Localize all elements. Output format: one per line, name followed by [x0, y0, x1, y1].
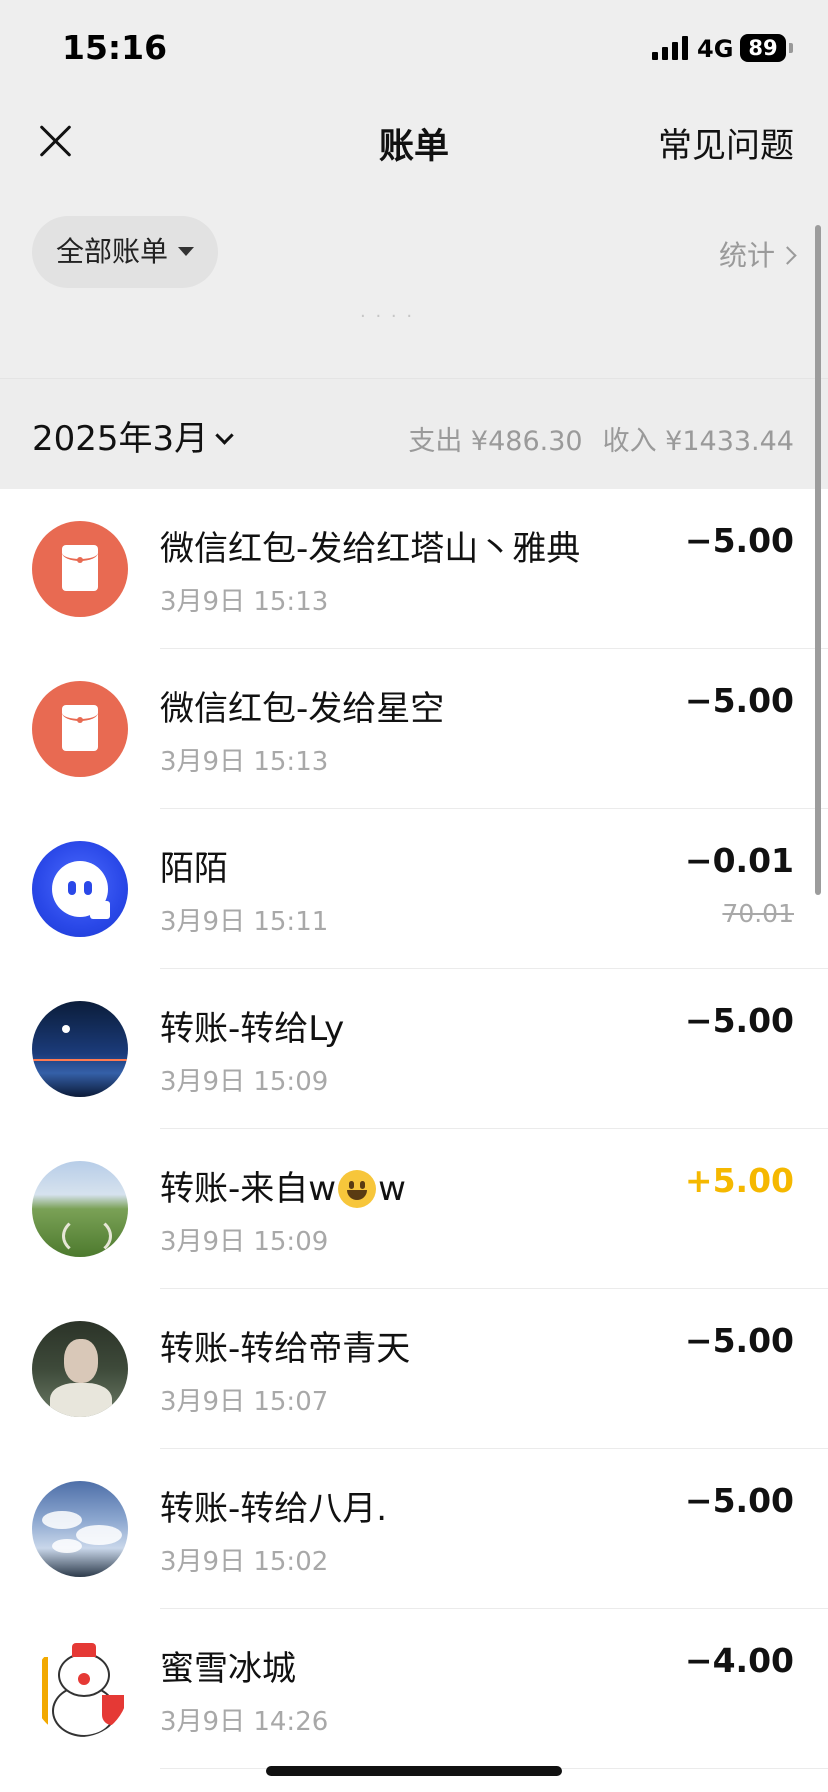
red-packet-icon: [32, 521, 128, 617]
transaction-time: 3月9日 15:09: [160, 1227, 329, 1257]
transaction-row[interactable]: 微信红包-发给星空 3月9日 15:13 −5.00: [0, 649, 828, 809]
momo-logo-icon: [32, 841, 128, 937]
month-label: 2025年3月: [32, 419, 209, 459]
transaction-name: 转账-转给Ly: [160, 1009, 345, 1049]
bill-filter-label: 全部账单: [56, 235, 169, 268]
expense-total: 支出 ¥486.30: [408, 426, 583, 457]
transaction-name: 陌陌: [160, 849, 228, 889]
transaction-row[interactable]: 转账-转给帝青天 3月9日 15:07 −5.00: [0, 1289, 828, 1449]
faded-overlay-text: · · · ·: [360, 306, 415, 327]
transaction-amount: −0.01: [684, 841, 794, 880]
statistics-label: 统计: [718, 239, 775, 272]
red-packet-icon: [32, 681, 128, 777]
transaction-row[interactable]: 陌陌 3月9日 15:11 −0.01 70.01: [0, 809, 828, 969]
network-type: 4G: [697, 35, 734, 63]
transaction-row[interactable]: 蜜雪冰城 3月9日 14:26 −4.00: [0, 1609, 828, 1769]
transaction-name: 蜜雪冰城: [160, 1649, 296, 1689]
battery-icon: 89: [740, 34, 786, 62]
transaction-amount: −5.00: [684, 1001, 794, 1040]
transaction-time: 3月9日 15:07: [160, 1387, 329, 1417]
transaction-time: 3月9日 15:11: [160, 907, 329, 937]
mixue-logo-icon: [32, 1641, 128, 1737]
chevron-right-icon: [778, 246, 797, 265]
caret-down-icon: [178, 247, 194, 256]
grinning-face-icon: [338, 1170, 377, 1208]
transaction-name: 微信红包-发给红塔山丶雅典: [160, 529, 581, 569]
scrollbar[interactable]: [815, 225, 821, 895]
status-time: 15:16: [62, 28, 168, 67]
transaction-amount: +5.00: [684, 1161, 794, 1200]
transaction-row[interactable]: 转账-来自w w 3月9日 15:09 +5.00: [0, 1129, 828, 1289]
transaction-amount: −5.00: [684, 521, 794, 560]
transaction-amount: −4.00: [684, 1641, 794, 1680]
bill-filter-dropdown[interactable]: 全部账单: [32, 216, 218, 288]
transaction-amount: −5.00: [684, 1481, 794, 1520]
header-area: 15:16 4G 89 账单 常见问题 全部账单 统计 · · · · 2025…: [0, 0, 828, 489]
avatar: [32, 1321, 128, 1417]
month-selector[interactable]: 2025年3月: [32, 411, 234, 460]
transaction-time: 3月9日 14:26: [160, 1707, 329, 1737]
chevron-down-icon: [215, 426, 234, 445]
transaction-row[interactable]: 微信红包-发给红塔山丶雅典 3月9日 15:13 −5.00: [0, 489, 828, 649]
avatar: [32, 1161, 128, 1257]
transaction-time: 3月9日 15:13: [160, 587, 329, 617]
transaction-name: 转账-转给八月.: [160, 1489, 388, 1529]
original-amount: 70.01: [722, 899, 794, 928]
transaction-time: 3月9日 15:09: [160, 1067, 329, 1097]
battery-cap: [789, 43, 793, 53]
status-bar: 15:16 4G 89: [0, 0, 828, 100]
transaction-time: 3月9日 15:02: [160, 1547, 329, 1577]
transaction-name: 转账-来自w w: [160, 1161, 406, 1210]
name-suffix: w: [378, 1169, 406, 1209]
avatar: [32, 1001, 128, 1097]
month-totals: 支出 ¥486.30 收入 ¥1433.44: [408, 419, 794, 458]
income-total: 收入 ¥1433.44: [602, 426, 794, 457]
transaction-row[interactable]: 转账-转给Ly 3月9日 15:09 −5.00: [0, 969, 828, 1129]
transaction-row[interactable]: 转账-转给八月. 3月9日 15:02 −5.00: [0, 1449, 828, 1609]
transaction-list: 微信红包-发给红塔山丶雅典 3月9日 15:13 −5.00 微信红包-发给星空…: [0, 489, 828, 1769]
navigation-bar: 账单 常见问题: [0, 100, 828, 182]
home-indicator[interactable]: [266, 1766, 562, 1776]
month-summary-bar: 2025年3月 支出 ¥486.30 收入 ¥1433.44: [0, 378, 828, 489]
name-prefix: 转账-来自w: [160, 1169, 337, 1209]
faq-link[interactable]: 常见问题: [658, 118, 794, 167]
signal-icon: [652, 36, 690, 60]
transaction-amount: −5.00: [684, 1321, 794, 1360]
transaction-name: 微信红包-发给星空: [160, 689, 445, 729]
avatar: [32, 1481, 128, 1577]
statistics-link[interactable]: 统计: [718, 234, 797, 274]
transaction-name: 转账-转给帝青天: [160, 1329, 411, 1369]
transaction-time: 3月9日 15:13: [160, 747, 329, 777]
transaction-amount: −5.00: [684, 681, 794, 720]
